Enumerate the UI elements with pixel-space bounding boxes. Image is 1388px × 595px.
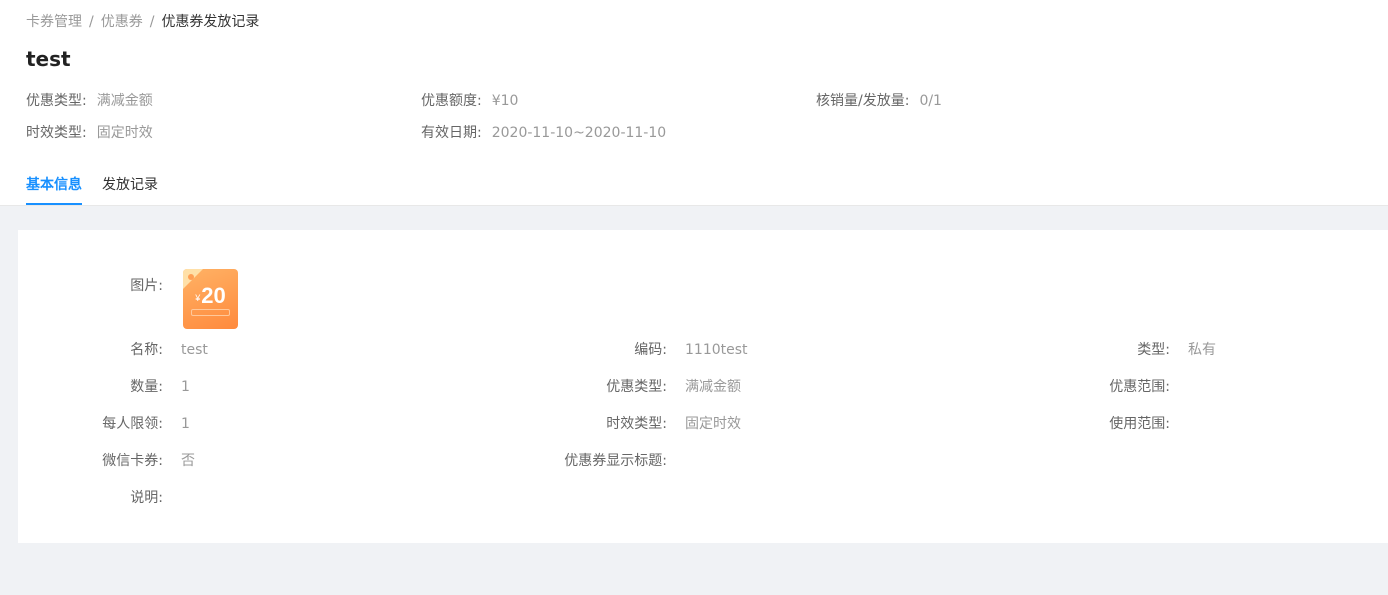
summary-valid-date: 有效日期: 2020-11-10~2020-11-10 [421,124,666,142]
discount-type-label: 优惠类型: [606,379,667,395]
summary-discount-amount: 优惠额度: ¥10 [421,92,518,110]
coupon-image-caption-decoration [191,309,230,316]
type-label: 类型: [1137,342,1170,358]
code-value: 1110test [685,342,748,358]
code-label: 编码: [634,342,667,358]
usage-scope-label: 使用范围: [1109,416,1170,432]
quantity-value: 1 [181,379,190,395]
page-title: test [26,47,71,71]
breadcrumb-separator: / [149,14,155,30]
coupon-image-currency: ¥ [195,293,201,303]
coupon-image-amount: ¥20 [183,283,238,311]
breadcrumb-card-management[interactable]: 卡券管理 [26,14,82,30]
summary-value: ¥10 [491,93,519,109]
description-label: 说明: [130,490,163,506]
breadcrumb-coupon[interactable]: 优惠券 [101,14,143,30]
coupon-image-value: 20 [201,283,226,308]
discount-scope-label: 优惠范围: [1109,379,1170,395]
discount-type-value: 满减金额 [685,379,741,395]
validity-type-value: 固定时效 [685,416,741,432]
coupon-image[interactable]: ¥20 [183,269,238,329]
page-header: 卡券管理 / 优惠券 / 优惠券发放记录 test 优惠类型: 满减金额 优惠额度: ¥10… [0,0,1388,206]
image-label: 图片: [130,278,163,294]
summary-label: 优惠额度: [421,93,482,109]
tab-issue-records[interactable]: 发放记录 [102,176,158,194]
summary-value: 2020-11-10~2020-11-10 [491,125,667,141]
validity-type-label: 时效类型: [606,416,667,432]
wechat-card-value: 否 [181,453,195,469]
name-value: test [181,342,208,358]
breadcrumb-issue-records: 优惠券发放记录 [161,14,260,30]
coupon-dot-decoration [188,274,194,280]
tab-basic-info[interactable]: 基本信息 [26,176,82,194]
quantity-label: 数量: [130,379,163,395]
summary-value: 0/1 [919,93,942,109]
summary-value: 满减金额 [96,93,153,109]
summary-label: 核销量/发放量: [816,93,910,109]
summary-value: 固定时效 [96,125,153,141]
summary-validity-type: 时效类型: 固定时效 [26,124,153,142]
wechat-card-label: 微信卡券: [102,453,163,469]
breadcrumb: 卡券管理 / 优惠券 / 优惠券发放记录 [26,13,259,31]
summary-redeem-issue: 核销量/发放量: 0/1 [816,92,942,110]
summary-discount-type: 优惠类型: 满减金额 [26,92,153,110]
tab-active-indicator [26,203,82,205]
summary-label: 有效日期: [421,125,482,141]
per-person-limit-label: 每人限领: [102,416,163,432]
summary-label: 时效类型: [26,125,87,141]
per-person-limit-value: 1 [181,416,190,432]
name-label: 名称: [130,342,163,358]
type-value: 私有 [1188,342,1216,358]
summary-label: 优惠类型: [26,93,87,109]
breadcrumb-separator: / [89,14,94,30]
display-title-label: 优惠券显示标题: [564,453,667,469]
basic-info-card: 图片: ¥20 名称: test 编码: 1110test 类型: 私有 数量:… [18,230,1388,543]
